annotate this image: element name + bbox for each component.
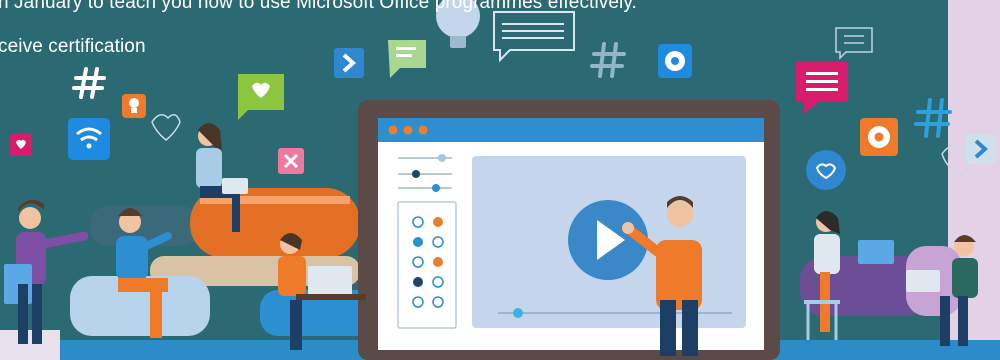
chat-bubble-icon (493, 11, 575, 63)
illustration (0, 0, 1000, 360)
settings-icon (658, 44, 692, 78)
banner-text-line-1: n January to teach you how to use Micros… (0, 0, 637, 13)
heart-icon (806, 150, 846, 190)
window-dot (388, 125, 398, 135)
hashtag-icon (914, 98, 952, 138)
wifi-icon (68, 118, 110, 160)
chat-bubble-icon (388, 40, 426, 78)
close-icon (278, 148, 304, 174)
floor-left (0, 330, 60, 360)
lightbulb-icon (122, 94, 146, 118)
chat-bubble-icon (835, 27, 873, 60)
settings-icon (860, 118, 898, 156)
heart-icon (10, 134, 32, 156)
window-dot (418, 125, 428, 135)
heart-icon (238, 74, 284, 120)
video-lesson-screen (358, 100, 780, 360)
arrow-right-icon (966, 134, 996, 164)
window-title-bar (378, 118, 764, 142)
hashtag-icon (590, 42, 626, 78)
chat-bubble-icon (796, 62, 848, 114)
progress-thumb (513, 308, 523, 318)
hashtag-icon (72, 67, 106, 99)
arrow-right-icon (334, 48, 364, 78)
heart-outline-icon (151, 114, 181, 141)
window-dot (403, 125, 413, 135)
illustration-banner: n January to teach you how to use Micros… (0, 0, 1000, 360)
banner-text-line-2: ceive certification (0, 36, 146, 57)
